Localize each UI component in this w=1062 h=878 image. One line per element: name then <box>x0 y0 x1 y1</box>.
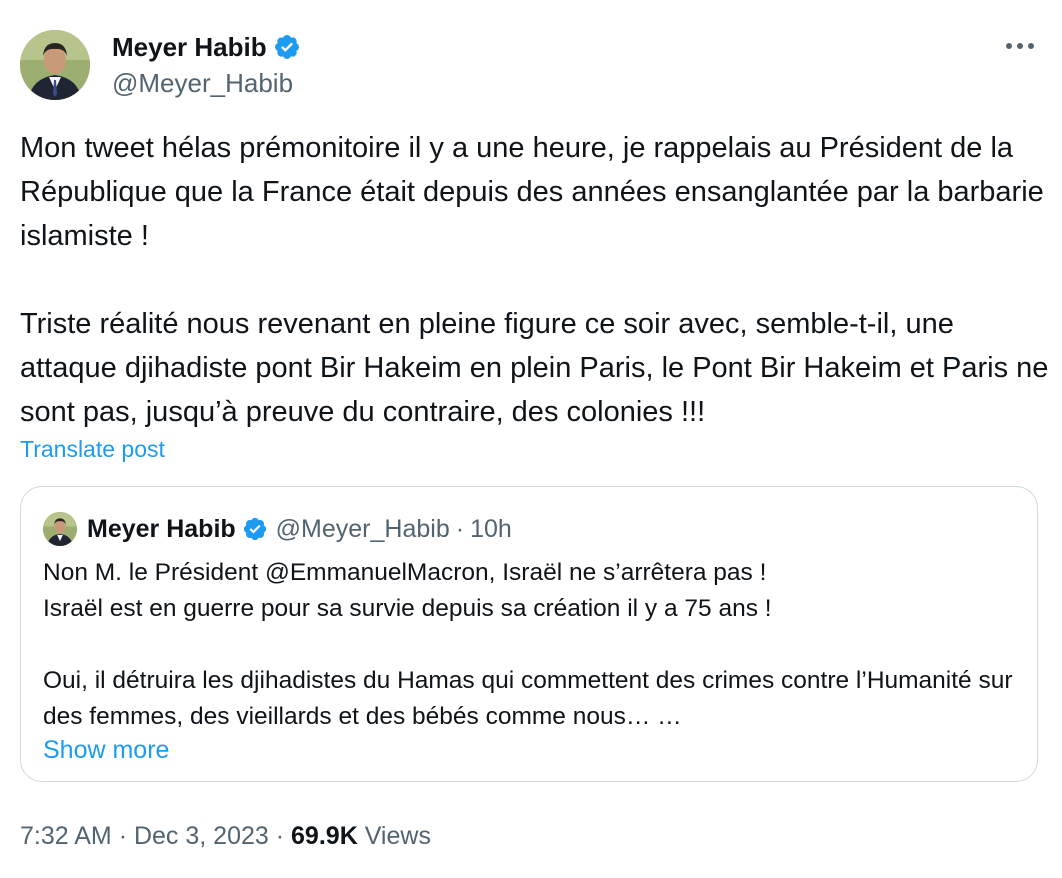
translate-post-link[interactable]: Translate post <box>20 433 165 465</box>
quoted-separator: · <box>455 515 465 543</box>
quoted-tweet-card[interactable]: Meyer Habib @Meyer_Habib · 10h Non M. le… <box>20 486 1038 782</box>
quoted-timestamp: 10h <box>470 515 512 543</box>
verified-badge-icon <box>273 33 301 61</box>
verified-badge-icon <box>242 516 268 542</box>
author-name-row[interactable]: Meyer Habib <box>112 30 301 64</box>
author-name[interactable]: Meyer Habib <box>112 30 267 64</box>
tweet-text: Mon tweet hélas prémonitoire il y a une … <box>20 132 1049 428</box>
author-handle[interactable]: @Meyer_Habib <box>112 67 293 99</box>
meta-separator: · <box>275 822 285 850</box>
views-count: 69.9K <box>291 822 358 850</box>
author-avatar[interactable] <box>20 30 90 100</box>
quoted-tweet-text: Non M. le Président @EmmanuelMacron, Isr… <box>43 559 1013 730</box>
quoted-author-name: Meyer Habib <box>87 515 236 543</box>
more-horizontal-icon <box>1006 43 1034 49</box>
tweet-date[interactable]: Dec 3, 2023 <box>134 822 269 850</box>
meta-separator: · <box>118 822 128 850</box>
quoted-tweet-header: Meyer Habib @Meyer_Habib · 10h <box>43 511 512 547</box>
views-label: Views <box>364 822 431 850</box>
tweet-meta: 7:32 AM · Dec 3, 2023 · 69.9K Views <box>20 818 431 854</box>
quoted-author-handle: @Meyer_Habib <box>275 515 450 543</box>
quoted-author-avatar <box>43 512 77 546</box>
tweet-time[interactable]: 7:32 AM <box>20 822 112 850</box>
more-options-button[interactable] <box>1002 34 1038 58</box>
show-more-link[interactable]: Show more <box>43 733 169 767</box>
